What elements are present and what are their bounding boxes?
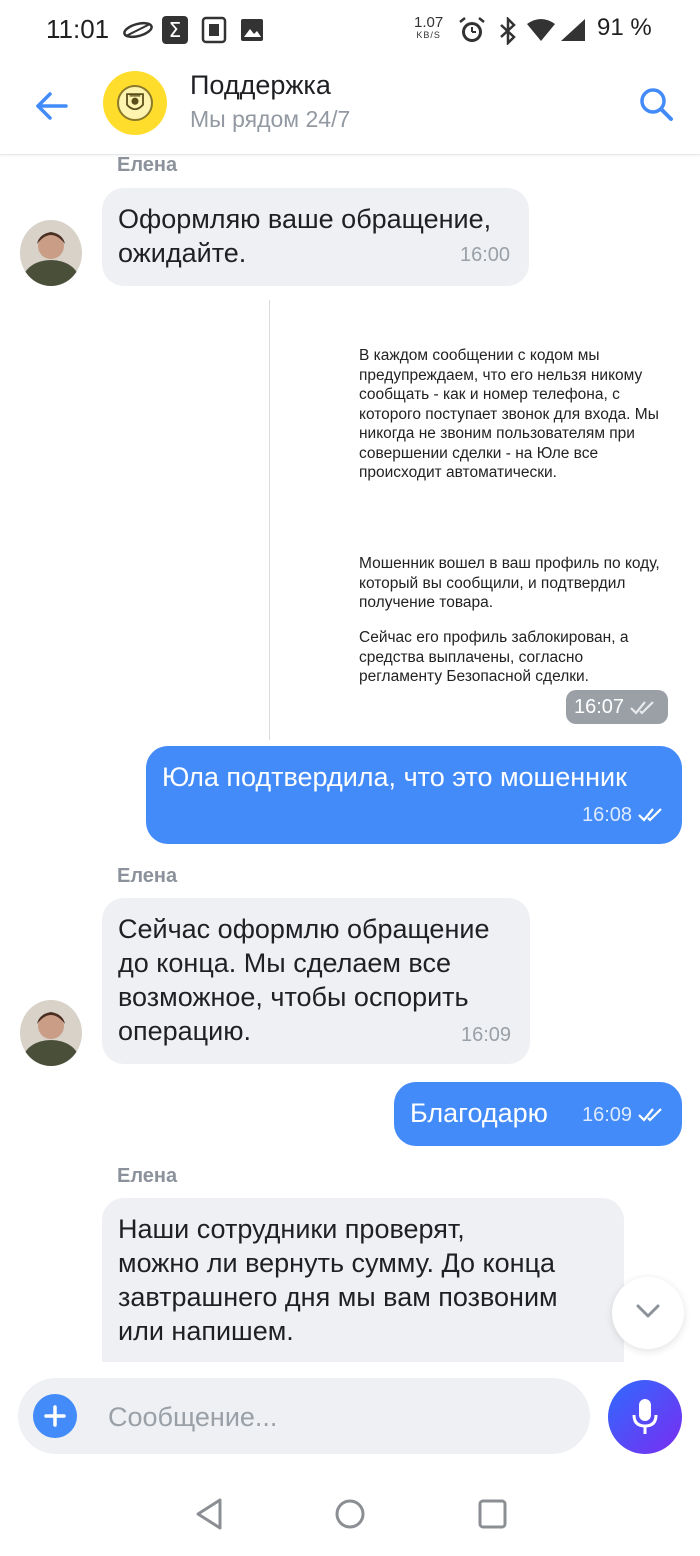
chevron-down-icon [636, 1304, 660, 1318]
outgoing-message[interactable]: Юла подтвердила, что это мошенник 16:08 [146, 746, 682, 844]
attachment-paragraph: В каждом сообщении с кодом мы предупрежд… [359, 347, 659, 481]
outgoing-message[interactable]: Благодарю 16:09 [394, 1082, 682, 1146]
composer-bar [0, 1362, 700, 1472]
wifi-icon [527, 19, 555, 41]
battery-level: 91 % [597, 14, 652, 41]
alarm-icon [459, 17, 485, 42]
voice-message-button[interactable] [608, 1380, 682, 1454]
nav-recents-icon[interactable] [470, 1492, 514, 1536]
sigma-app-icon: Σ [162, 16, 188, 44]
screenshot-attachment[interactable]: В каждом сообщении с кодом мы предупрежд… [269, 300, 680, 740]
nav-home-icon[interactable] [328, 1492, 372, 1536]
network-speed: 1.07 KB/S [414, 14, 444, 40]
double-check-icon [630, 701, 654, 715]
agent-avatar[interactable] [20, 1000, 82, 1066]
back-arrow-icon[interactable] [30, 84, 74, 128]
message-time: 16:07 [574, 696, 625, 718]
attachment-time-badge: 16:07 [566, 690, 668, 724]
message-text: Юла подтвердила, что это мошенник [162, 762, 627, 792]
sender-name: Елена [117, 865, 178, 887]
status-bar: 11:01 Σ 1.07 KB/S 91 % [0, 0, 700, 60]
status-time: 11:01 [46, 14, 110, 44]
sender-name: Елена [117, 1165, 178, 1187]
image-icon [241, 19, 263, 41]
attach-button[interactable] [33, 1394, 77, 1438]
message-text: Оформляю ваше обращение, ожидайте. [118, 204, 492, 268]
message-input[interactable] [106, 1378, 570, 1456]
plus-icon [44, 1405, 66, 1427]
message-time: 16:09 [582, 1104, 633, 1126]
chat-avatar[interactable] [103, 71, 167, 135]
message-time: 16:08 [582, 804, 633, 826]
agent-avatar[interactable] [20, 220, 82, 286]
attachment-paragraph: Сейчас его профиль заблокирован, а средс… [359, 629, 629, 685]
attachment-paragraph: Мошенник вошел в ваш профиль по коду, ко… [359, 555, 660, 611]
message-text: Наши сотрудники проверят, можно ли верну… [118, 1214, 558, 1346]
microphone-icon [632, 1399, 658, 1434]
double-check-icon [638, 1108, 662, 1122]
message-time: 16:00 [460, 244, 511, 266]
system-nav-bar [0, 1472, 700, 1556]
bank-logo-icon [117, 85, 153, 121]
chat-title[interactable]: Поддержка [190, 70, 331, 101]
signal-icon [561, 19, 585, 41]
search-icon[interactable] [634, 82, 678, 126]
chat-header: Поддержка Мы рядом 24/7 [0, 60, 700, 155]
chat-subtitle: Мы рядом 24/7 [190, 106, 351, 132]
scroll-down-button[interactable] [612, 1277, 684, 1349]
incoming-message[interactable]: Сейчас оформлю обращение до конца. Мы сд… [102, 898, 530, 1064]
message-time: 16:09 [461, 1024, 512, 1046]
double-check-icon [638, 808, 662, 822]
message-field[interactable] [18, 1378, 590, 1456]
message-text: Благодарю [410, 1098, 548, 1128]
message-text: Сейчас оформлю обращение до конца. Мы сд… [118, 914, 490, 1046]
nav-back-icon[interactable] [188, 1492, 232, 1536]
bluetooth-icon [500, 17, 516, 45]
sender-name: Елена [117, 154, 178, 176]
incoming-message[interactable]: Наши сотрудники проверят, можно ли верну… [102, 1198, 624, 1362]
incoming-message[interactable]: Оформляю ваше обращение, ожидайте. 16:00 [102, 188, 529, 286]
cloud-icon [123, 21, 153, 39]
svg-text:Σ: Σ [169, 18, 182, 42]
sim-card-icon [201, 16, 227, 44]
